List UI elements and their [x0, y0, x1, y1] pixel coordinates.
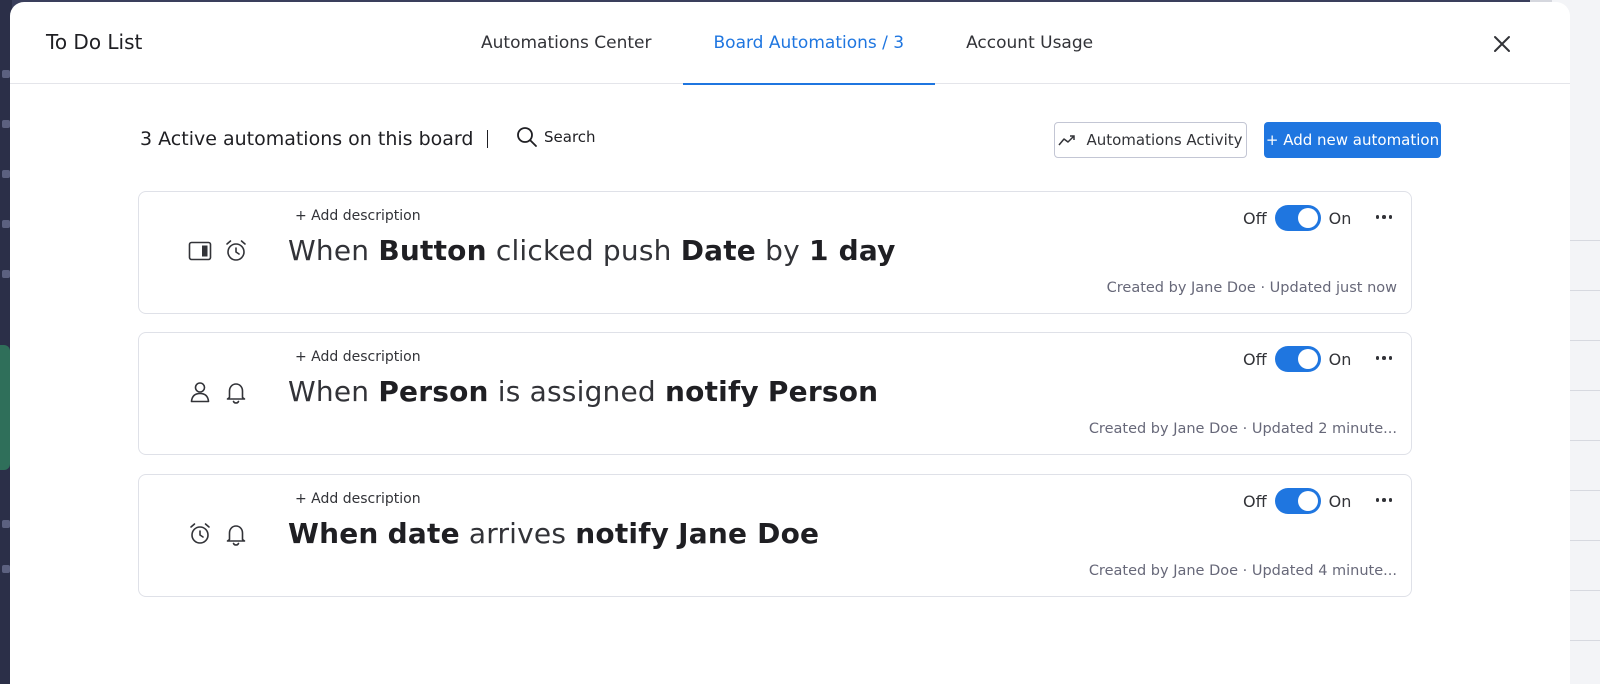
bell-icon [223, 379, 249, 405]
automation-icons [187, 521, 249, 547]
toggle-off-label: Off [1243, 349, 1267, 369]
sentence-part: arrives [468, 517, 567, 550]
automation-card[interactable]: + Add description When Person is assigne… [138, 332, 1412, 455]
automation-toggle-row: Off On [1243, 205, 1351, 231]
close-button[interactable] [1490, 32, 1514, 56]
automation-meta: Created by Jane Doe · Updated just now [1106, 280, 1397, 296]
add-new-automation-button[interactable]: + Add new automation [1264, 122, 1441, 158]
sentence-part: Date [680, 234, 756, 267]
sentence-part: When [288, 517, 379, 550]
more-options-button[interactable] [1373, 489, 1395, 511]
sentence-part: date [387, 517, 460, 550]
automations-activity-button[interactable]: Automations Activity [1054, 122, 1247, 158]
sentence-part: Person [767, 375, 879, 408]
bell-icon [223, 521, 249, 547]
search-icon [517, 127, 537, 147]
automations-toolbar: 3 Active automations on this board Searc… [140, 120, 1441, 160]
panel-icon [187, 238, 213, 264]
sentence-part: 1 day [808, 234, 896, 267]
board-title: To Do List [46, 30, 143, 54]
automation-icons [187, 238, 249, 264]
trend-line-icon [1058, 135, 1076, 146]
automation-toggle[interactable] [1274, 346, 1321, 372]
modal-header: To Do List Automations Center Board Auto… [10, 2, 1570, 85]
toggle-on-label: On [1328, 208, 1352, 228]
toggle-on-label: On [1328, 491, 1352, 511]
sentence-part: When [288, 234, 370, 267]
search-label: Search [544, 128, 596, 146]
automation-toggle[interactable] [1274, 205, 1321, 231]
toggle-off-label: Off [1243, 208, 1267, 228]
search-button[interactable]: Search [516, 126, 596, 148]
toggle-off-label: Off [1243, 491, 1267, 511]
sentence-part: Jane Doe [678, 517, 820, 550]
tab-automations-center[interactable]: Automations Center [450, 2, 683, 84]
automation-meta: Created by Jane Doe · Updated 4 minute..… [1088, 563, 1397, 579]
more-dots-icon [1375, 215, 1380, 219]
toggle-on-label: On [1328, 349, 1352, 369]
sentence-part: Person [378, 375, 489, 408]
sentence-part: notify [665, 375, 759, 408]
tab-board-automations[interactable]: Board Automations / 3 [682, 2, 936, 85]
automation-toggle-row: Off On [1243, 488, 1351, 514]
more-options-button[interactable] [1373, 347, 1395, 369]
automation-icons [187, 379, 249, 405]
automations-modal: To Do List Automations Center Board Auto… [10, 2, 1570, 684]
tab-account-usage[interactable]: Account Usage [935, 2, 1124, 84]
close-icon [1494, 36, 1510, 52]
more-dots-icon [1375, 356, 1380, 360]
automation-toggle[interactable] [1274, 488, 1321, 514]
automation-card[interactable]: + Add description When date arrives noti… [138, 474, 1412, 597]
automation-sentence[interactable]: When Button clicked push Date by 1 day [288, 234, 896, 267]
add-description-button[interactable]: + Add description [295, 491, 421, 507]
add-description-button[interactable]: + Add description [295, 208, 421, 224]
sentence-part: by [765, 234, 800, 267]
sentence-part: When [288, 375, 370, 408]
more-dots-icon [1375, 498, 1380, 502]
automation-card[interactable]: + Add description When Button clicked pu… [138, 191, 1412, 314]
automation-toggle-row: Off On [1243, 346, 1351, 372]
automation-meta: Created by Jane Doe · Updated 2 minute..… [1088, 421, 1397, 437]
add-description-button[interactable]: + Add description [295, 349, 421, 365]
more-options-button[interactable] [1373, 206, 1395, 228]
tab-bar: Automations Center Board Automations / 3… [450, 2, 1124, 85]
sentence-part: Button [378, 234, 487, 267]
alarm-clock-icon [187, 521, 213, 547]
person-icon [187, 379, 213, 405]
sentence-part: notify [575, 517, 670, 550]
active-automations-count: 3 Active automations on this board [140, 128, 474, 150]
automation-sentence[interactable]: When Person is assigned notify Person [288, 375, 878, 408]
toolbar-divider [487, 130, 488, 148]
sentence-part: is assigned [497, 375, 656, 408]
automations-activity-label: Automations Activity [1086, 131, 1243, 149]
alarm-clock-icon [223, 238, 249, 264]
automation-sentence[interactable]: When date arrives notify Jane Doe [288, 517, 819, 550]
sentence-part: clicked push [495, 234, 672, 267]
